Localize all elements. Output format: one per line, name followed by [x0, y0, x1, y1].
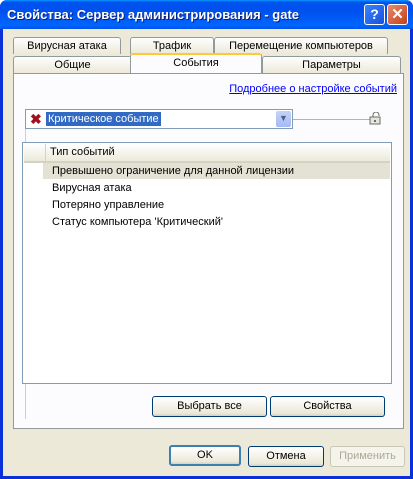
event-settings-link[interactable]: Подробнее о настройке событий — [229, 83, 397, 95]
list-item[interactable]: Вирусная атака — [43, 180, 390, 196]
cancel-button[interactable]: Отмена — [248, 446, 324, 467]
severity-select[interactable]: ✖ Критическое событие ▼ — [25, 109, 293, 129]
tab-traffic[interactable]: Трафик — [130, 37, 214, 54]
close-button[interactable]: ✕ — [387, 4, 408, 25]
apply-button: Применить — [330, 446, 405, 467]
separator-line — [293, 119, 375, 120]
select-all-button[interactable]: Выбрать все — [152, 396, 267, 417]
help-button[interactable]: ? — [364, 4, 385, 25]
events-tab-panel: Подробнее о настройке событий ✖ Критичес… — [13, 73, 404, 429]
list-item[interactable]: Потеряно управление — [43, 197, 390, 213]
column-header-event-type[interactable]: Тип событий — [45, 144, 390, 161]
window-title: Свойства: Сервер администрирования - gat… — [7, 7, 299, 22]
lock-icon[interactable] — [369, 112, 382, 125]
tab-virus-attack[interactable]: Вирусная атака — [13, 37, 121, 54]
event-types-list[interactable]: Тип событий Превышено ограничение для да… — [22, 142, 392, 384]
tab-parameters[interactable]: Параметры — [262, 56, 401, 73]
list-header: Тип событий — [24, 144, 390, 163]
tab-computer-movement[interactable]: Перемещение компьютеров — [214, 37, 388, 54]
list-item[interactable]: Превышено ограничение для данной лицензи… — [43, 163, 390, 179]
tab-events[interactable]: События — [130, 53, 262, 73]
critical-x-icon: ✖ — [30, 111, 42, 127]
title-bar[interactable]: Свойства: Сервер администрирования - gat… — [0, 0, 413, 29]
chevron-down-icon[interactable]: ▼ — [276, 111, 291, 127]
event-properties-button[interactable]: Свойства — [270, 396, 385, 417]
severity-select-value: Критическое событие — [46, 112, 161, 126]
list-item[interactable]: Статус компьютера 'Критический' — [43, 214, 390, 230]
tab-general[interactable]: Общие — [13, 56, 132, 73]
properties-dialog: Свойства: Сервер администрирования - gat… — [0, 0, 413, 479]
ok-button[interactable]: OK — [169, 445, 241, 466]
